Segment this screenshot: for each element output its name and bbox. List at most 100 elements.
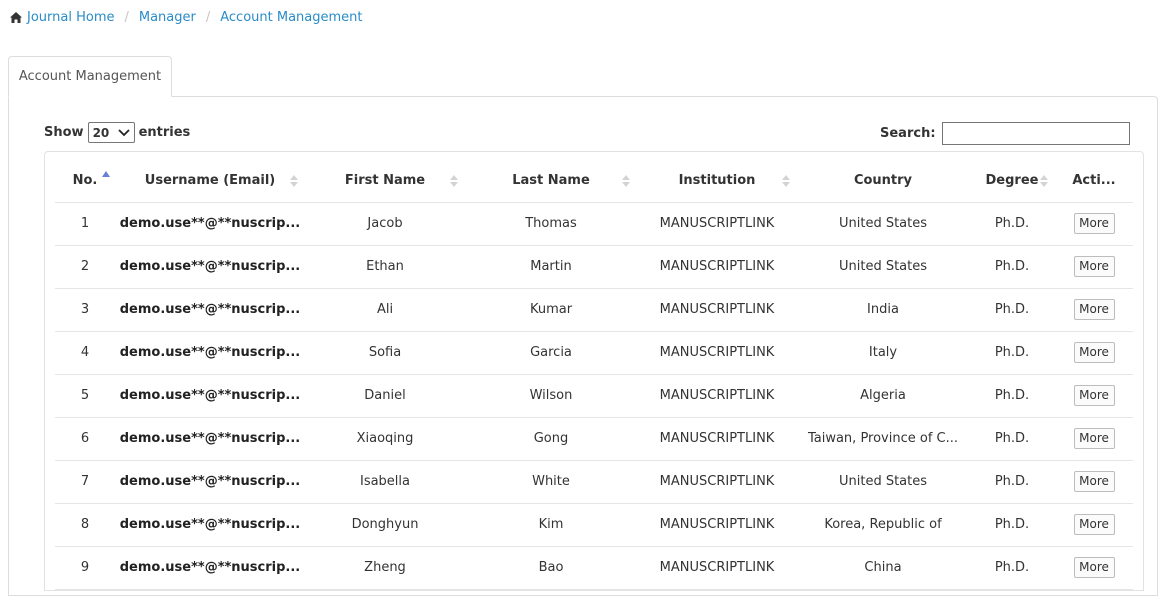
cell-first-name: Ethan	[305, 245, 465, 289]
breadcrumb-account-management[interactable]: Account Management	[220, 10, 362, 25]
cell-first-name: Ali	[305, 288, 465, 332]
sort-icon	[290, 175, 298, 187]
entries-length-control: Show 20 entries	[44, 122, 190, 143]
cell-username: demo.use**@**nuscrip...	[115, 202, 305, 246]
cell-last-name: Gong	[465, 417, 637, 461]
column-header-institution[interactable]: Institution	[637, 160, 797, 203]
cell-no: 8	[55, 503, 115, 547]
cell-username: demo.use**@**nuscrip...	[115, 331, 305, 375]
show-label: Show	[44, 125, 84, 140]
cell-username: demo.use**@**nuscrip...	[115, 417, 305, 461]
tab-account-management[interactable]: Account Management	[8, 56, 172, 97]
cell-country: China	[797, 546, 969, 590]
more-button[interactable]: More	[1073, 385, 1115, 406]
cell-no: 4	[55, 331, 115, 375]
column-header-label: Country	[853, 173, 913, 189]
more-button[interactable]: More	[1073, 557, 1115, 578]
cell-country: United States	[797, 202, 969, 246]
table-body: 1 demo.use**@**nuscrip... Jacob Thomas MANUS…	[55, 202, 1133, 590]
cell-first-name: Zheng	[305, 546, 465, 590]
cell-institution: MANUSCRIPTLINK	[637, 460, 797, 504]
cell-action: More	[1055, 245, 1133, 289]
column-header-country[interactable]: Country	[797, 160, 969, 203]
cell-country: United States	[797, 460, 969, 504]
cell-degree: Ph.D.	[969, 202, 1055, 246]
cell-last-name: Garcia	[465, 331, 637, 375]
accounts-table-container: No. Username (Email) First Name Last Nam…	[44, 151, 1144, 591]
cell-country: Taiwan, Province of C...	[797, 417, 969, 461]
column-header-last-name[interactable]: Last Name	[465, 160, 637, 203]
more-button[interactable]: More	[1073, 471, 1115, 492]
table-row: 4 demo.use**@**nuscrip... Sofia Garcia MANUS…	[55, 331, 1133, 375]
more-button[interactable]: More	[1073, 342, 1115, 363]
cell-institution: MANUSCRIPTLINK	[637, 546, 797, 590]
column-header-label: Username (Email)	[144, 173, 276, 189]
cell-no: 2	[55, 245, 115, 289]
table-row: 2 demo.use**@**nuscrip... Ethan Martin MANUS…	[55, 245, 1133, 289]
cell-degree: Ph.D.	[969, 245, 1055, 289]
column-header-first-name[interactable]: First Name	[305, 160, 465, 203]
cell-no: 5	[55, 374, 115, 418]
cell-last-name: Kim	[465, 503, 637, 547]
column-header-degree[interactable]: Degree	[969, 160, 1055, 203]
cell-institution: MANUSCRIPTLINK	[637, 202, 797, 246]
cell-institution: MANUSCRIPTLINK	[637, 245, 797, 289]
cell-institution: MANUSCRIPTLINK	[637, 417, 797, 461]
column-header-action: Acti...	[1055, 160, 1133, 203]
table-row: 8 demo.use**@**nuscrip... Donghyun Kim MANUS…	[55, 503, 1133, 547]
column-header-label: First Name	[344, 173, 426, 189]
more-button[interactable]: More	[1073, 514, 1115, 535]
cell-action: More	[1055, 417, 1133, 461]
cell-last-name: Bao	[465, 546, 637, 590]
cell-action: More	[1055, 374, 1133, 418]
table-row: 9 demo.use**@**nuscrip... Zheng Bao MANUSCRI…	[55, 546, 1133, 590]
search-input[interactable]	[941, 122, 1130, 145]
column-header-label: Acti...	[1072, 173, 1116, 189]
cell-action: More	[1055, 503, 1133, 547]
table-row: 3 demo.use**@**nuscrip... Ali Kumar MANUSCRI…	[55, 288, 1133, 332]
column-header-username[interactable]: Username (Email)	[115, 160, 305, 203]
cell-no: 7	[55, 460, 115, 504]
cell-no: 9	[55, 546, 115, 590]
cell-institution: MANUSCRIPTLINK	[637, 374, 797, 418]
cell-action: More	[1055, 288, 1133, 332]
cell-no: 1	[55, 202, 115, 246]
column-header-no[interactable]: No.	[55, 160, 115, 203]
cell-action: More	[1055, 460, 1133, 504]
more-button[interactable]: More	[1073, 428, 1115, 449]
breadcrumb-separator: /	[124, 10, 129, 25]
cell-country: United States	[797, 245, 969, 289]
cell-degree: Ph.D.	[969, 288, 1055, 332]
table-row: 1 demo.use**@**nuscrip... Jacob Thomas MANUS…	[55, 202, 1133, 246]
table-row: 7 demo.use**@**nuscrip... Isabella White MAN…	[55, 460, 1133, 504]
column-header-label: No.	[72, 173, 98, 189]
breadcrumb-separator: /	[205, 10, 211, 25]
cell-action: More	[1055, 202, 1133, 246]
search-control: Search:	[880, 122, 1130, 145]
sort-icon	[782, 175, 790, 187]
entries-per-page-select[interactable]: 20	[87, 122, 135, 143]
more-button[interactable]: More	[1073, 256, 1115, 277]
cell-username: demo.use**@**nuscrip...	[115, 245, 305, 289]
cell-institution: MANUSCRIPTLINK	[637, 288, 797, 332]
entries-label: entries	[138, 125, 191, 140]
entries-per-page-value: 20	[92, 125, 110, 140]
cell-institution: MANUSCRIPTLINK	[637, 331, 797, 375]
column-header-label: Last Name	[512, 173, 590, 189]
cell-first-name: Daniel	[305, 374, 465, 418]
more-button[interactable]: More	[1073, 299, 1115, 320]
breadcrumb-manager[interactable]: Manager	[139, 10, 196, 25]
cell-last-name: White	[465, 460, 637, 504]
more-button[interactable]: More	[1073, 213, 1115, 234]
cell-first-name: Jacob	[305, 202, 465, 246]
cell-degree: Ph.D.	[969, 503, 1055, 547]
sort-icon	[450, 175, 458, 187]
breadcrumb-journal-home[interactable]: Journal Home	[27, 10, 114, 25]
chevron-down-icon	[117, 128, 130, 136]
column-header-label: Degree	[985, 173, 1039, 189]
cell-last-name: Martin	[465, 245, 637, 289]
cell-username: demo.use**@**nuscrip...	[115, 503, 305, 547]
cell-username: demo.use**@**nuscrip...	[115, 460, 305, 504]
cell-first-name: Xiaoqing	[305, 417, 465, 461]
cell-no: 6	[55, 417, 115, 461]
